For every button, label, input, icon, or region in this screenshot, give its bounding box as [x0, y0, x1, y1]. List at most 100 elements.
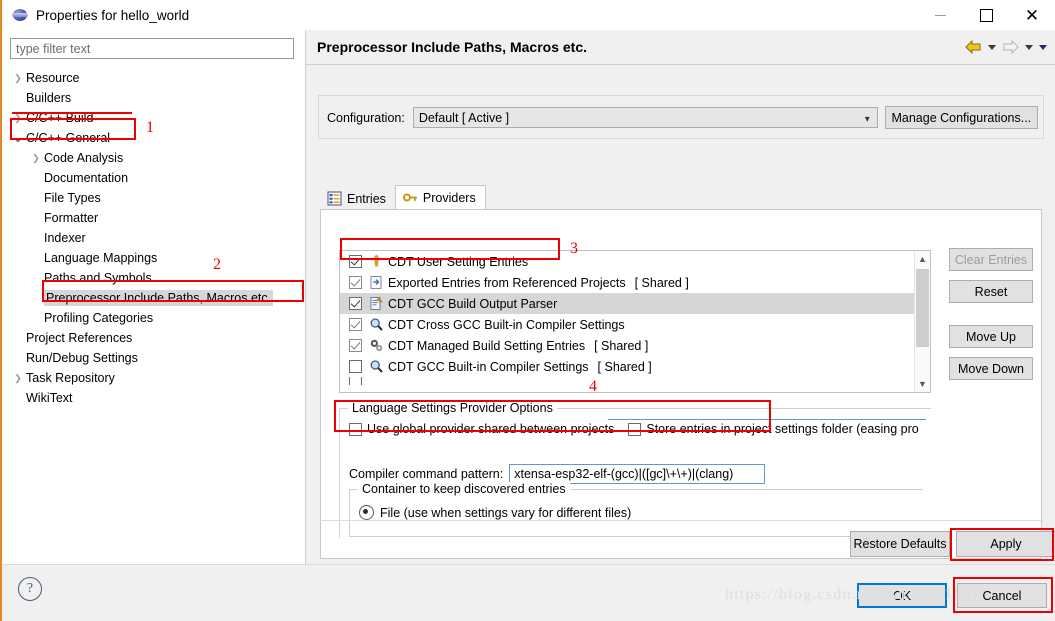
window-title: Properties for hello_world [36, 7, 190, 23]
provider-checkbox[interactable] [349, 297, 362, 310]
move-up-button[interactable]: Move Up [949, 325, 1033, 348]
language-settings-provider-options-group: Language Settings Provider Options Use g… [339, 401, 931, 538]
provider-checkbox[interactable] [349, 318, 362, 331]
restore-defaults-button[interactable]: Restore Defaults [850, 531, 950, 557]
close-icon: ✕ [1024, 5, 1040, 25]
provider-row[interactable]: CDT Cross GCC Built-in Compiler Settings [340, 314, 930, 335]
sidebar-item-language-mappings[interactable]: Language Mappings [2, 248, 305, 268]
provider-name: CDT User Setting Entries [388, 254, 529, 269]
close-button[interactable]: ✕ [1009, 0, 1055, 30]
container-radio-row[interactable]: File (use when settings vary for differe… [359, 505, 631, 520]
forward-dropdown-chevron-down-icon[interactable] [1025, 44, 1033, 50]
annotation-number-1: 1 [146, 119, 154, 136]
providers-list[interactable]: CDT User Setting Entries Exported Entries… [339, 250, 931, 393]
annotation-underline-builds [12, 112, 132, 114]
providers-panel: CDT User Setting Entries Exported Entries… [320, 209, 1042, 559]
sidebar-item-indexer[interactable]: Indexer [2, 228, 305, 248]
sidebar-item-documentation[interactable]: Documentation [2, 168, 305, 188]
chevron-down-icon: ▾ [864, 114, 870, 125]
back-dropdown-chevron-down-icon[interactable] [988, 44, 996, 50]
provider-checkbox[interactable] [349, 360, 362, 373]
configuration-box: Configuration: Default [ Active ] ▾ Mana… [318, 95, 1044, 139]
annotation-number-4: 4 [589, 378, 597, 395]
sidebar-item-project-references[interactable]: Project References [2, 328, 305, 348]
scrollbar-thumb[interactable] [916, 269, 929, 347]
provider-name: CDT Managed Build Setting Entries [388, 338, 586, 353]
chevron-right-icon[interactable]: ❯ [28, 153, 44, 164]
filter-input[interactable]: type filter text [10, 38, 294, 59]
provider-checkbox[interactable] [349, 276, 362, 289]
provider-shared-badge: [ Shared ] [594, 338, 649, 353]
provider-checkbox[interactable] [349, 339, 362, 352]
sidebar-item-label: Builders [26, 91, 72, 105]
sidebar-item-file-types[interactable]: File Types [2, 188, 305, 208]
store-entries-checkbox[interactable] [628, 422, 642, 436]
chevron-right-icon[interactable]: ❯ [10, 73, 26, 84]
chevron-right-icon[interactable]: ❯ [10, 113, 26, 124]
sidebar-item-label: Paths and Symbols [44, 271, 152, 285]
sidebar-item-formatter[interactable]: Formatter [2, 208, 305, 228]
use-global-provider-checkbox[interactable] [349, 422, 362, 436]
tab-providers[interactable]: Providers [394, 185, 486, 210]
properties-dialog: Properties for hello_world ✕ type filter… [0, 0, 1055, 621]
provider-checkbox[interactable] [349, 377, 362, 385]
back-arrow-icon[interactable] [965, 40, 982, 54]
key-icon [402, 190, 418, 205]
scroll-down-chevron-down-icon[interactable]: ▼ [915, 376, 930, 392]
chevron-down-icon[interactable]: ⌄ [10, 130, 26, 146]
compiler-command-pattern-input[interactable]: xtensa-esp32-elf-(gcc)|([gc]\+\+)|(clang… [509, 464, 766, 484]
sidebar-item-label: Language Mappings [44, 251, 158, 265]
providers-scrollbar[interactable]: ▲ ▼ [914, 251, 930, 392]
tab-bar: Entries Providers [320, 185, 486, 210]
provider-row[interactable]: CDT GCC Built-in Compiler Settings [ Shar… [340, 356, 930, 377]
sidebar-item-label: WikiText [26, 391, 73, 405]
export-document-icon [369, 275, 384, 290]
magnifier-icon [369, 317, 384, 332]
compiler-command-pattern-row: Compiler command pattern: xtensa-esp32-e… [349, 464, 766, 484]
reset-button[interactable]: Reset [949, 280, 1033, 303]
page-title: Preprocessor Include Paths, Macros etc. [317, 39, 587, 55]
maximize-button[interactable] [963, 0, 1009, 30]
tab-entries[interactable]: Entries [320, 187, 395, 210]
provider-row[interactable]: CDT GCC Build Output Parser [340, 293, 930, 314]
sidebar-item-run-debug-settings[interactable]: Run/Debug Settings [2, 348, 305, 368]
sidebar-item-label: Code Analysis [44, 151, 124, 165]
provider-row[interactable]: CDT User Setting Entries [340, 251, 930, 272]
sidebar-item-paths-and-symbols[interactable]: Paths and Symbols [2, 268, 305, 288]
provider-row[interactable]: Exported Entries from Referenced Project… [340, 272, 930, 293]
page-menu-chevron-down-icon[interactable] [1039, 44, 1047, 50]
minimize-button[interactable] [917, 0, 963, 30]
sidebar-item-builders[interactable]: Builders [2, 88, 305, 108]
container-group: Container to keep discovered entries Fil… [349, 482, 923, 537]
clear-entries-button[interactable]: Clear Entries [949, 248, 1033, 271]
container-group-title: Container to keep discovered entries [358, 482, 570, 496]
provider-row[interactable]: CDT Managed Build Setting Entries [ Share… [340, 335, 930, 356]
chevron-right-icon[interactable]: ❯ [10, 373, 26, 384]
page-header: Preprocessor Include Paths, Macros etc. [306, 30, 1055, 65]
sidebar-item-profiling-categories[interactable]: Profiling Categories [2, 308, 305, 328]
sidebar-item-wikitext[interactable]: WikiText [2, 388, 305, 408]
sidebar-item-code-analysis[interactable]: ❯ Code Analysis [2, 148, 305, 168]
file-container-radio[interactable] [359, 505, 374, 520]
magnifier-icon [369, 359, 384, 374]
configuration-select[interactable]: Default [ Active ] ▾ [412, 107, 878, 128]
scroll-up-chevron-up-icon[interactable]: ▲ [915, 251, 930, 267]
provider-checkbox[interactable] [349, 255, 362, 268]
provider-row-partial[interactable] [340, 377, 930, 385]
provider-shared-badge: [ Shared ] [597, 359, 652, 374]
manage-configurations-button[interactable]: Manage Configurations... [884, 106, 1038, 129]
sidebar-item-preprocessor-include-paths-macros-etc[interactable]: Preprocessor Include Paths, Macros etc. [2, 288, 305, 308]
compiler-pattern-underline [608, 419, 926, 420]
move-down-button[interactable]: Move Down [949, 357, 1033, 380]
settings-page: Preprocessor Include Paths, Macros etc. … [306, 30, 1055, 564]
gears-icon [369, 338, 384, 353]
help-question-icon[interactable]: ? [18, 577, 42, 601]
sidebar-item-task-repository[interactable]: ❯ Task Repository [2, 368, 305, 388]
sidebar-item-resource[interactable]: ❯ Resource [2, 68, 305, 88]
apply-button[interactable]: Apply [956, 531, 1055, 557]
sidebar-item-label: Task Repository [26, 371, 115, 385]
